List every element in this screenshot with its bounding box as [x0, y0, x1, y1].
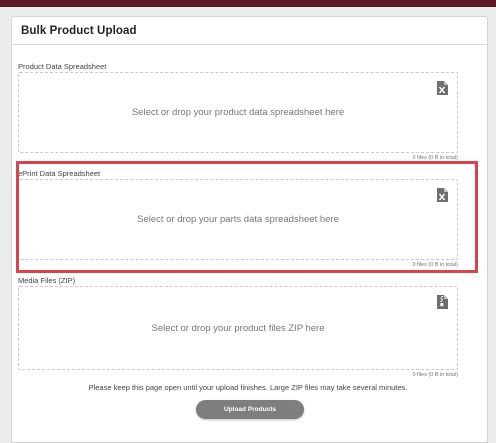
panel-title: Bulk Product Upload: [21, 24, 137, 37]
product-data-file-count: 0 files (0 B in total): [412, 155, 458, 161]
product-data-dropzone[interactable]: Select or drop your product data spreads…: [18, 72, 458, 153]
media-files-label: Media Files (ZIP): [18, 276, 76, 285]
eprint-data-dropzone[interactable]: Select or drop your parts data spreadshe…: [18, 179, 458, 260]
eprint-data-section: ePrint Data Spreadsheet Select or drop y…: [18, 169, 458, 268]
eprint-data-file-count: 0 files (0 B in total): [412, 262, 458, 268]
product-data-section: Product Data Spreadsheet Select or drop …: [18, 62, 458, 161]
media-files-file-count: 0 files (0 B in total): [412, 372, 458, 378]
media-files-dropzone-text: Select or drop your product files ZIP he…: [151, 322, 325, 334]
product-data-label: Product Data Spreadsheet: [18, 62, 107, 71]
media-files-section: Media Files (ZIP) Select or drop your pr…: [18, 276, 458, 378]
top-brand-bar: [0, 0, 496, 7]
eprint-data-dropzone-text: Select or drop your parts data spreadshe…: [137, 214, 339, 225]
excel-file-icon: [437, 81, 448, 95]
upload-notice: Please keep this page open until your up…: [88, 383, 408, 392]
upload-products-button[interactable]: Upload Products: [196, 400, 304, 419]
product-data-dropzone-text: Select or drop your product data spreads…: [131, 107, 345, 118]
media-files-dropzone[interactable]: Select or drop your product files ZIP he…: [18, 286, 458, 370]
zip-file-icon: [437, 295, 448, 309]
excel-file-icon: [437, 188, 448, 202]
eprint-data-label: ePrint Data Spreadsheet: [18, 169, 101, 178]
panel-header: Bulk Product Upload: [12, 17, 487, 45]
